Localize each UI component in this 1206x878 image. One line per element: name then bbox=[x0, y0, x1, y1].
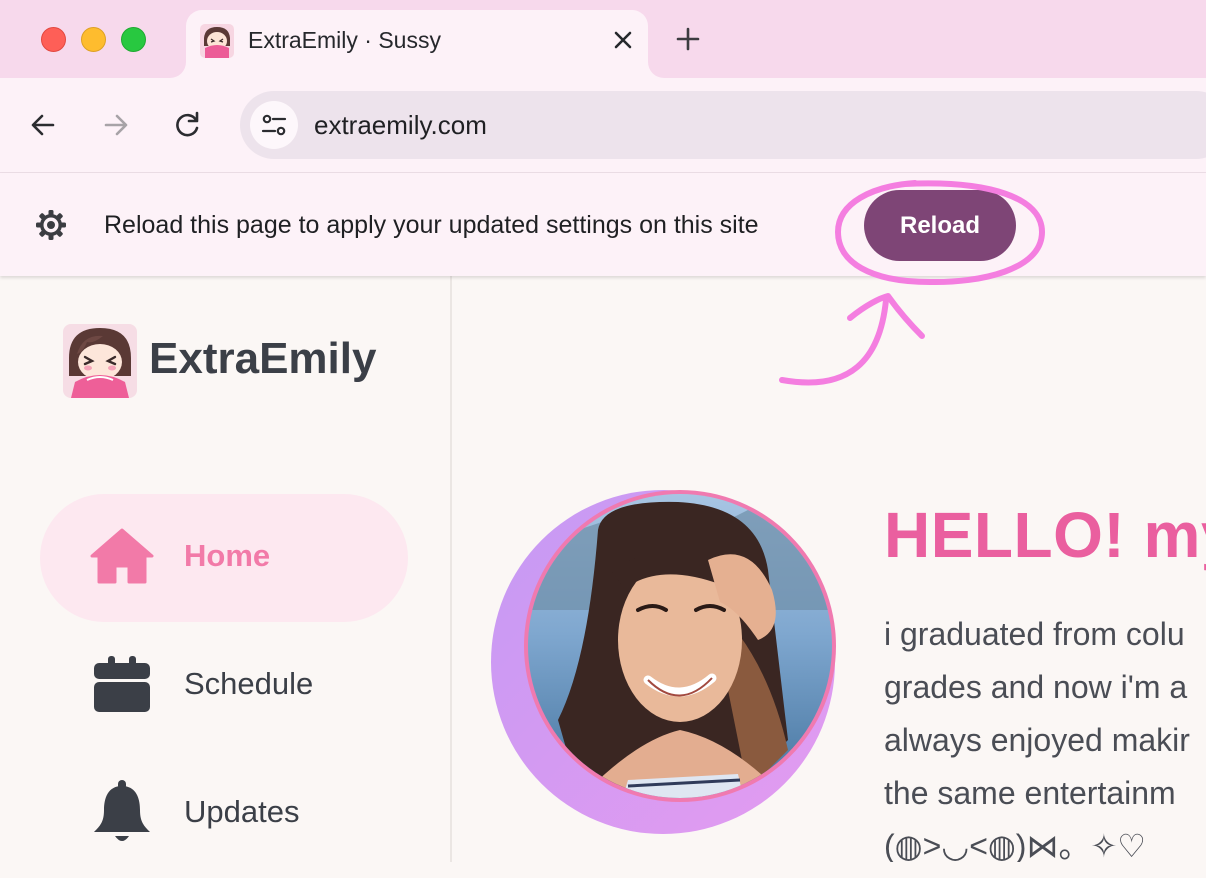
gear-icon bbox=[36, 210, 66, 240]
sidebar: ExtraEmily Home Schedule Updates bbox=[0, 276, 452, 862]
bio-paragraph: i graduated from colu grades and now i'm… bbox=[884, 608, 1190, 862]
nav-item-schedule[interactable]: Schedule bbox=[40, 622, 408, 750]
close-window-button[interactable] bbox=[41, 27, 66, 52]
nav-label-updates: Updates bbox=[184, 794, 300, 829]
forward-arrow-icon[interactable] bbox=[96, 106, 134, 144]
site-info-button[interactable] bbox=[250, 101, 298, 149]
bio-line: grades and now i'm a bbox=[884, 669, 1188, 705]
nav-label-home: Home bbox=[184, 538, 271, 573]
reload-icon[interactable] bbox=[168, 106, 206, 144]
calendar-icon bbox=[94, 656, 150, 712]
bell-icon bbox=[94, 780, 150, 841]
browser-tab[interactable]: ExtraEmily · Sussy bbox=[186, 10, 648, 78]
brand-name: ExtraEmily bbox=[149, 334, 377, 383]
infobar-message: Reload this page to apply your updated s… bbox=[104, 211, 759, 239]
reload-infobar: Reload this page to apply your updated s… bbox=[0, 173, 1206, 276]
profile-photo bbox=[491, 490, 836, 834]
plus-icon[interactable] bbox=[672, 23, 704, 55]
bio-line: (◍>◡<◍)⋈。✧♡ bbox=[884, 828, 1146, 862]
minimize-window-button[interactable] bbox=[81, 27, 106, 52]
nav-item-updates[interactable]: Updates bbox=[40, 750, 408, 878]
hero-title: HELLO! my bbox=[884, 499, 1206, 571]
reload-button[interactable]: Reload bbox=[864, 190, 1016, 261]
site-settings-icon bbox=[261, 114, 287, 136]
back-arrow-icon[interactable] bbox=[25, 106, 63, 144]
maximize-window-button[interactable] bbox=[121, 27, 146, 52]
address-bar[interactable]: extraemily.com bbox=[240, 91, 1206, 159]
home-icon bbox=[90, 528, 154, 584]
extraemily-emote-icon bbox=[200, 24, 234, 58]
browser-toolbar: extraemily.com bbox=[0, 78, 1206, 173]
tab-strip: ExtraEmily · Sussy bbox=[0, 0, 1206, 78]
url-text: extraemily.com bbox=[314, 110, 487, 140]
bio-line: i graduated from colu bbox=[884, 616, 1185, 652]
extraemily-logo-icon bbox=[63, 324, 137, 398]
nav-item-home[interactable]: Home bbox=[40, 494, 408, 622]
tab-title: ExtraEmily · Sussy bbox=[248, 27, 441, 53]
nav-label-schedule: Schedule bbox=[184, 666, 314, 701]
bio-line: the same entertainm bbox=[884, 775, 1176, 811]
bio-line: always enjoyed makir bbox=[884, 722, 1190, 758]
main-content: HELLO! my i graduated from colu grades a… bbox=[452, 276, 1206, 862]
close-icon[interactable] bbox=[606, 23, 640, 57]
page-content: ExtraEmily Home Schedule Updates HELLO! … bbox=[0, 276, 1206, 862]
